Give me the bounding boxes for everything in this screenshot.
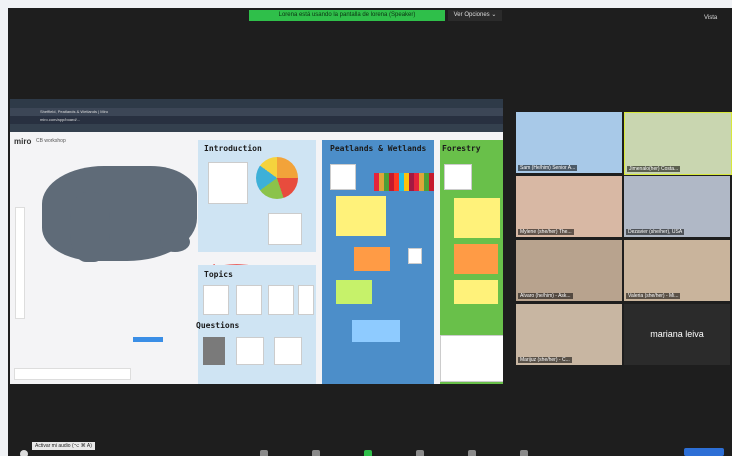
frame-topics[interactable]: Topics Questions <box>196 265 316 384</box>
note-card[interactable] <box>444 164 472 190</box>
participant-name: Marijuz (she/her) - C... <box>518 357 572 363</box>
color-wheel-image[interactable] <box>256 157 298 199</box>
sticky-note-orange[interactable] <box>354 247 390 271</box>
note-card[interactable] <box>236 337 264 365</box>
sticky-note-green[interactable] <box>336 280 372 304</box>
sticky-note-yellow[interactable] <box>454 280 498 304</box>
apps-icon[interactable] <box>520 450 528 456</box>
world-map-part <box>70 192 110 262</box>
participant-name: Sam (He/him) Senior A... <box>518 165 578 171</box>
miro-logo[interactable]: miro <box>14 137 31 146</box>
participant-tile-active[interactable]: Jimenalo(her) Costa... <box>624 112 732 175</box>
participant-name: Valeria (she/her) - Mi... <box>626 293 681 299</box>
participant-tile-no-video[interactable]: mariana leiva <box>624 304 730 365</box>
address-bar[interactable]: miro.com/app/board/... <box>10 116 503 124</box>
participant-name: Jimenalo(her) Costa... <box>627 166 681 172</box>
unmute-tooltip: Activar mi audio (⌥ ⌘ A) <box>32 442 95 450</box>
participant-tile[interactable]: Dezavier (she/her), USA <box>624 176 730 237</box>
participants-icon[interactable] <box>312 450 320 456</box>
frame-title-topics: Topics <box>204 270 233 279</box>
mic-icon[interactable] <box>20 450 28 456</box>
shared-screen: Sheffield, Peatlands & Wetlands | Miro m… <box>10 99 503 384</box>
participant-tile[interactable]: Sam (He/him) Senior A... <box>516 112 622 173</box>
photo-card[interactable] <box>203 337 225 365</box>
sdg-icons-image[interactable] <box>374 173 434 191</box>
minimap-panel[interactable] <box>440 335 503 382</box>
world-map-part <box>160 232 190 252</box>
participant-name: Mylene (she/her) The... <box>518 229 574 235</box>
frame-title-peatlands: Peatlands & Wetlands <box>330 144 427 153</box>
logo-card[interactable] <box>408 248 422 264</box>
participant-tile[interactable]: Mylene (she/her) The... <box>516 176 622 237</box>
tab-title[interactable]: Sheffield, Peatlands & Wetlands | Miro <box>40 109 108 114</box>
participant-name: Alvaro (he/him) - Ask... <box>518 293 573 299</box>
browser-tabs[interactable]: Sheffield, Peatlands & Wetlands | Miro <box>10 108 503 116</box>
sticky-note-yellow[interactable] <box>454 198 500 238</box>
note-card[interactable] <box>236 285 262 315</box>
url-text[interactable]: miro.com/app/board/... <box>40 117 80 122</box>
cursor-tag <box>133 337 163 342</box>
gallery-view: Sam (He/him) Senior A... Jimenalo(her) C… <box>516 112 732 372</box>
screen-share-banner: Lorena está usando la pantalla de lorena… <box>249 10 445 21</box>
reactions-icon[interactable] <box>468 450 476 456</box>
note-card[interactable] <box>208 162 248 204</box>
view-options-button[interactable]: Ver Opciones ⌄ <box>448 10 502 21</box>
note-card[interactable] <box>268 285 294 315</box>
frame-title-introduction: Introduction <box>204 144 262 153</box>
note-card[interactable] <box>203 285 229 315</box>
record-icon[interactable] <box>416 450 424 456</box>
note-card[interactable] <box>298 285 314 315</box>
frame-title-questions: Questions <box>196 321 240 330</box>
miro-bottom-toolbar[interactable] <box>14 368 131 380</box>
sticky-note-blue[interactable] <box>352 320 400 342</box>
miro-toolbar[interactable] <box>15 207 25 319</box>
board-name[interactable]: CB workshop <box>36 138 66 144</box>
participant-tile[interactable]: Alvaro (he/him) - Ask... <box>516 240 622 301</box>
frame-title-forestry: Forestry <box>442 144 481 153</box>
view-button[interactable]: Vista <box>704 15 717 21</box>
share-screen-icon[interactable] <box>364 450 372 456</box>
end-meeting-button[interactable] <box>684 448 724 456</box>
frame-introduction[interactable]: Introduction <box>198 140 316 252</box>
sticky-note-yellow[interactable] <box>336 196 386 236</box>
participant-name: Dezavier (she/her), USA <box>626 229 685 235</box>
zoom-window: Lorena está usando la pantalla de lorena… <box>8 8 732 456</box>
participant-tile[interactable]: Marijuz (she/her) - C... <box>516 304 622 365</box>
note-card[interactable] <box>274 337 302 365</box>
security-icon[interactable] <box>260 450 268 456</box>
note-card[interactable] <box>330 164 356 190</box>
browser-menu-bar <box>10 99 503 108</box>
note-card[interactable] <box>268 213 302 245</box>
participant-tile[interactable]: Valeria (she/her) - Mi... <box>624 240 730 301</box>
sticky-note-orange[interactable] <box>454 244 498 274</box>
bookmarks-bar[interactable] <box>10 124 503 132</box>
